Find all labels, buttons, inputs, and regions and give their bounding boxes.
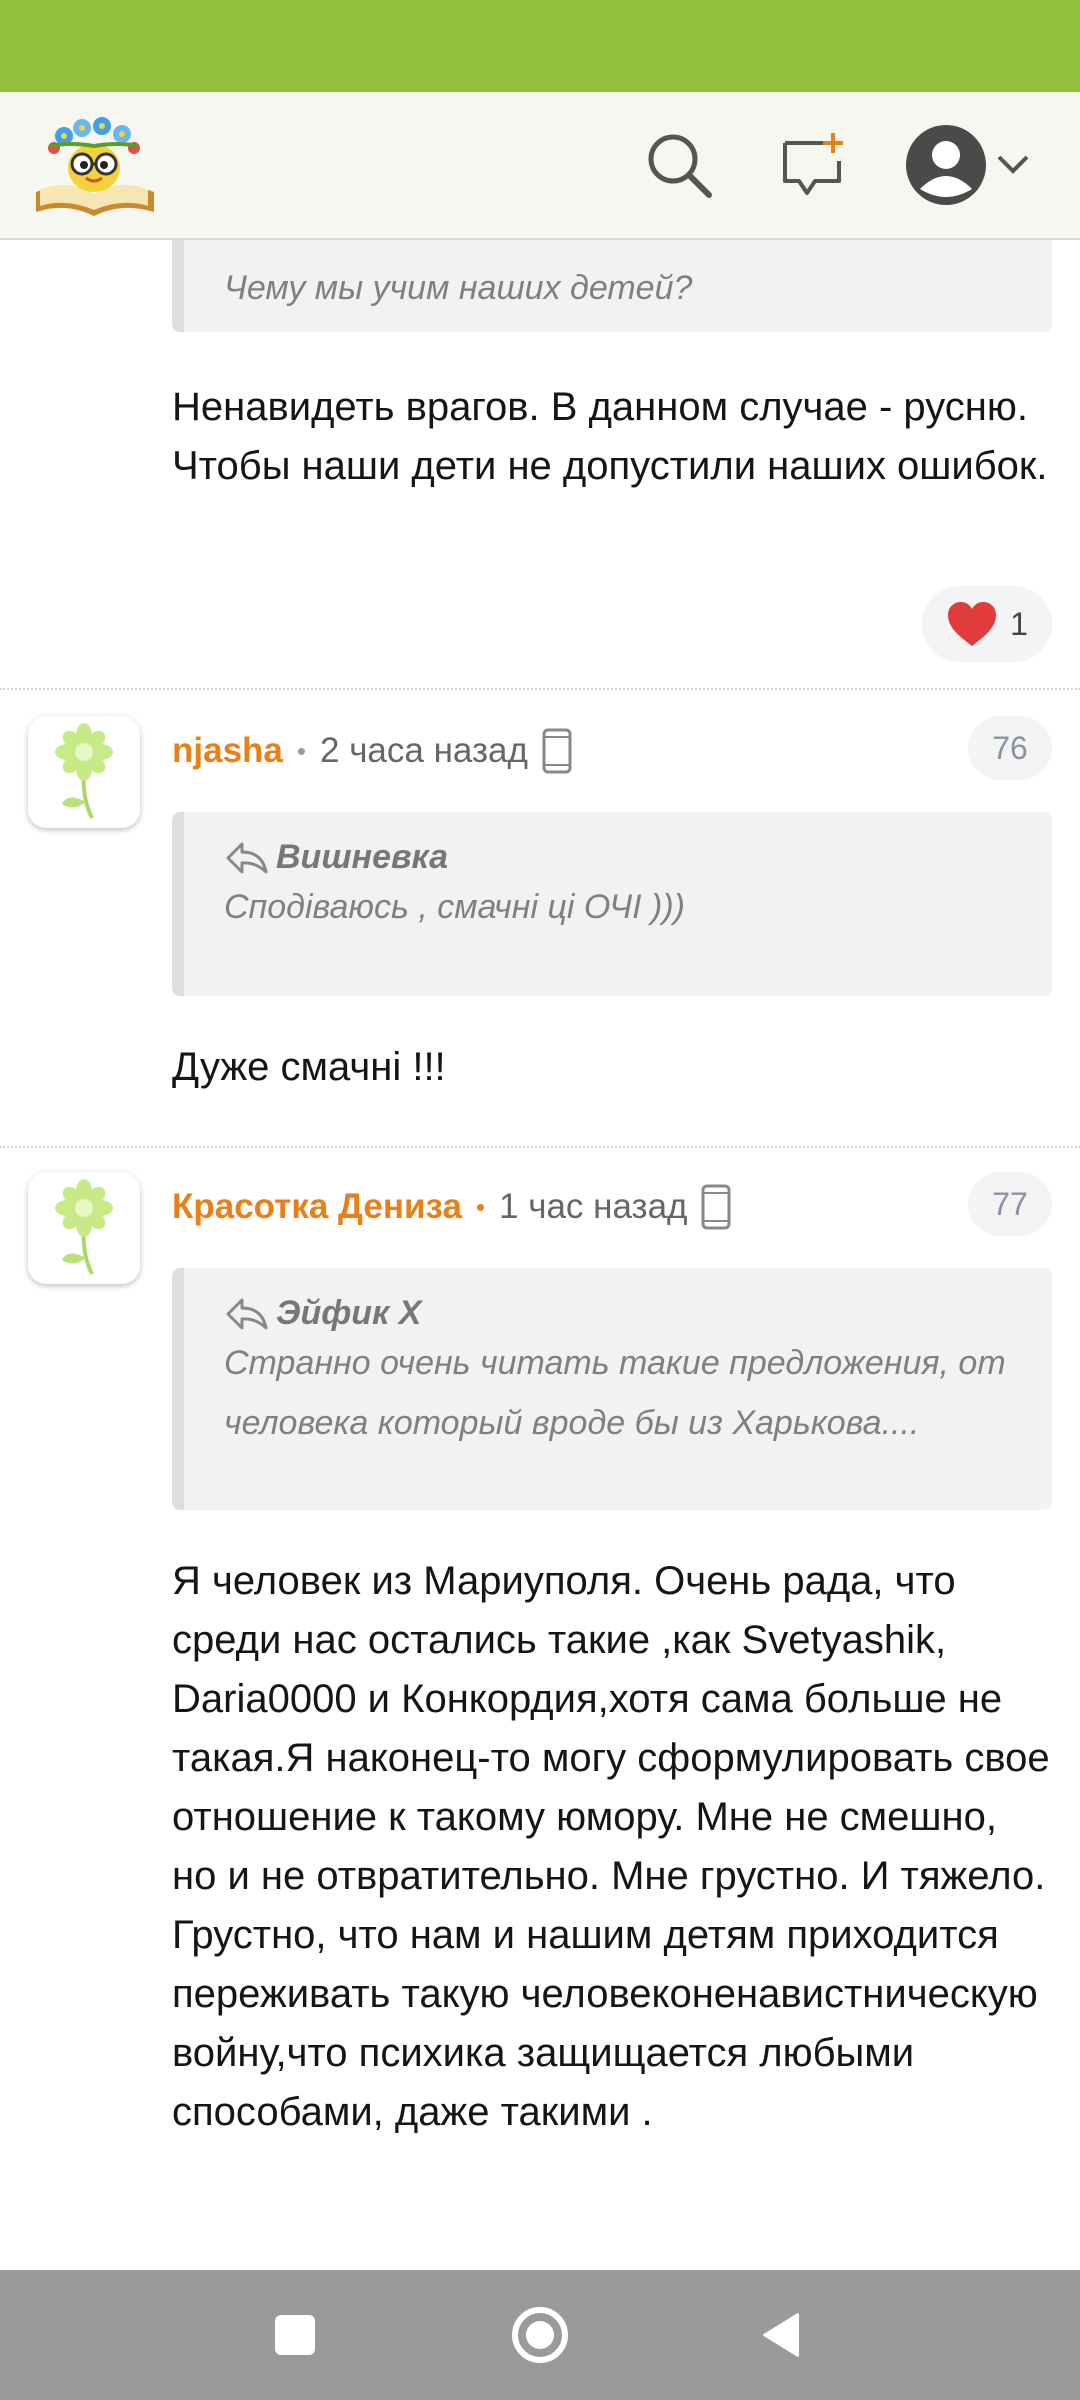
mobile-device-icon — [701, 1184, 731, 1230]
quote-block: Чему мы учим наших детей? — [172, 240, 1052, 332]
quote-author-name: Эйфик Х — [276, 1294, 422, 1332]
avatar[interactable] — [28, 716, 140, 828]
timestamp: 2 часа назад — [320, 731, 528, 770]
comments-list: Чему мы учим наших детей? Ненавидеть вра… — [0, 240, 1080, 2270]
home-button[interactable] — [505, 2300, 575, 2370]
quote-block: Эйфик Х Странно очень читать такие предл… — [172, 1268, 1052, 1510]
flower-icon — [55, 723, 113, 819]
recent-apps-button[interactable] — [260, 2300, 330, 2370]
status-bar — [0, 0, 1080, 92]
chevron-down-icon — [997, 155, 1029, 174]
like-button[interactable]: 1 — [922, 586, 1052, 662]
comment-divider — [0, 1146, 1080, 1148]
separator-dot: • — [475, 1191, 486, 1222]
quote-text: Сподіваюсь , смачні ці ОЧІ ))) — [224, 888, 685, 926]
new-post-icon — [783, 133, 843, 195]
comment-meta: njasha • 2 часа назад — [172, 721, 572, 781]
comment-body: Дуже смачні !!! — [172, 1045, 446, 1089]
new-post-button[interactable] — [770, 122, 856, 208]
quote-block: Вишневка Сподіваюсь , смачні ці ОЧІ ))) — [172, 812, 1052, 996]
back-triangle-icon — [763, 2313, 799, 2357]
quote-author: Эйфик Х — [224, 1294, 1012, 1333]
quote-author-name: Вишневка — [276, 838, 449, 876]
quote-text: Странно очень читать такие предложения, … — [224, 1344, 1006, 1442]
system-nav-bar — [0, 2270, 1080, 2400]
comment-meta: Красотка Дениза • 1 час назад — [172, 1177, 731, 1237]
user-menu-button[interactable] — [896, 122, 996, 208]
separator-dot: • — [296, 735, 306, 766]
user-avatar-icon — [906, 125, 986, 205]
user-menu-chevron[interactable] — [988, 122, 1038, 208]
mobile-device-icon — [542, 728, 572, 774]
heart-icon — [948, 602, 997, 646]
site-logo[interactable] — [30, 106, 160, 224]
square-nav-icon — [275, 2315, 315, 2355]
author-name[interactable]: njasha — [172, 731, 283, 771]
comment-divider — [0, 688, 1080, 690]
like-count: 1 — [1010, 605, 1028, 642]
flower-icon — [55, 1179, 113, 1275]
app-header — [0, 92, 1080, 240]
search-button[interactable] — [636, 122, 722, 208]
comment-number[interactable]: 76 — [968, 716, 1052, 780]
quote-text: Чему мы учим наших детей? — [224, 269, 693, 307]
timestamp: 1 час назад — [499, 1187, 688, 1226]
author-name[interactable]: Красотка Дениза — [172, 1187, 462, 1227]
quote-author: Вишневка — [224, 838, 1012, 877]
avatar[interactable] — [28, 1172, 140, 1284]
reply-arrow-icon — [226, 1298, 268, 1329]
circle-nav-icon — [512, 2307, 568, 2363]
comment-body: Я человек из Мариуполя. Очень рада, что … — [172, 1559, 1050, 2134]
back-button[interactable] — [748, 2300, 818, 2370]
comment-number[interactable]: 77 — [968, 1172, 1052, 1236]
comment-body: Ненавидеть врагов. В данном случае - рус… — [172, 385, 1048, 488]
search-icon — [648, 134, 712, 198]
reply-arrow-icon — [226, 842, 268, 873]
